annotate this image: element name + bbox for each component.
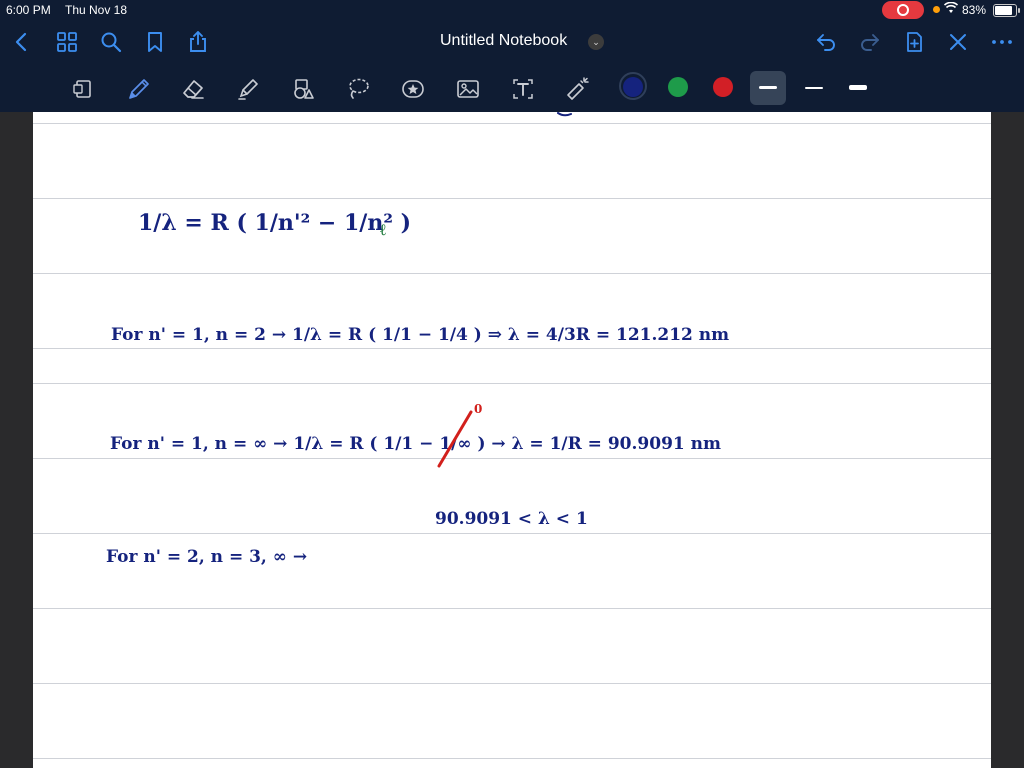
read-only-mode-icon[interactable] xyxy=(66,73,100,105)
bookmark-icon[interactable] xyxy=(143,30,167,54)
share-icon[interactable] xyxy=(186,30,210,54)
mic-indicator-icon xyxy=(933,6,940,13)
red-strike-mark xyxy=(437,410,473,468)
more-options-icon[interactable] xyxy=(990,30,1014,54)
wifi-icon xyxy=(943,1,959,17)
stroke-thin-button[interactable] xyxy=(750,71,786,105)
ruled-line xyxy=(33,383,991,384)
search-icon[interactable] xyxy=(99,30,123,54)
stroke-medium-button[interactable] xyxy=(796,71,832,105)
screen-recording-icon xyxy=(882,1,924,19)
ruled-line xyxy=(33,683,991,684)
ink-fragment xyxy=(557,112,572,117)
image-tool-icon[interactable] xyxy=(451,73,485,105)
line-balmer: For n' = 2, n = 3, ∞ → xyxy=(106,547,308,567)
line-lyman-limit: For n' = 1, n = ∞ → 1/λ = R ( 1/1 − 1/∞ … xyxy=(110,434,721,454)
eraser-tool-icon[interactable] xyxy=(176,73,210,105)
redo-icon[interactable] xyxy=(858,30,882,54)
elements-star-icon[interactable] xyxy=(396,73,430,105)
ruled-line xyxy=(33,348,991,349)
ruled-line xyxy=(33,533,991,534)
ruled-line xyxy=(33,758,991,759)
status-time: 6:00 PM xyxy=(6,3,51,17)
battery-icon xyxy=(993,4,1020,17)
laser-pointer-icon[interactable] xyxy=(561,73,595,105)
color-green-swatch[interactable] xyxy=(668,77,688,97)
green-pen-mark: ℓ xyxy=(380,220,386,239)
ruled-line xyxy=(33,608,991,609)
close-icon[interactable] xyxy=(946,30,970,54)
highlighter-tool-icon[interactable] xyxy=(231,73,265,105)
add-page-icon[interactable] xyxy=(902,30,926,54)
canvas-area[interactable]: 1/λ = R ( 1/n'² − 1/n² ) ℓ For n' = 1, n… xyxy=(0,112,1024,768)
status-bar: 6:00 PM Thu Nov 18 83% xyxy=(0,0,1024,20)
ruled-line xyxy=(33,198,991,199)
stroke-thick-button[interactable] xyxy=(840,71,876,105)
text-tool-icon[interactable] xyxy=(506,73,540,105)
color-red-swatch[interactable] xyxy=(713,77,733,97)
color-navy-swatch[interactable] xyxy=(623,77,643,97)
document-title[interactable]: Untitled Notebook xyxy=(440,32,567,50)
nav-bar: Untitled Notebook ⌄ xyxy=(0,20,1024,64)
grid-view-icon[interactable] xyxy=(55,30,79,54)
status-date: Thu Nov 18 xyxy=(65,3,128,17)
shapes-tool-icon[interactable] xyxy=(286,73,320,105)
wavelength-range: 90.9091 < λ < 1 xyxy=(435,509,588,529)
rydberg-formula: 1/λ = R ( 1/n'² − 1/n² ) xyxy=(138,210,412,236)
title-menu-chevron-icon[interactable]: ⌄ xyxy=(588,34,604,50)
lasso-tool-icon[interactable] xyxy=(341,73,375,105)
line-lyman-first: For n' = 1, n = 2 → 1/λ = R ( 1/1 − 1/4 … xyxy=(111,325,730,345)
ruled-line xyxy=(33,123,991,124)
pen-tool-icon[interactable] xyxy=(121,73,155,105)
ruled-line xyxy=(33,273,991,274)
notebook-page[interactable]: 1/λ = R ( 1/n'² − 1/n² ) ℓ For n' = 1, n… xyxy=(33,112,991,768)
undo-icon[interactable] xyxy=(814,30,838,54)
ruled-line xyxy=(33,458,991,459)
battery-percent: 83% xyxy=(962,3,987,17)
back-chevron-icon[interactable] xyxy=(10,30,34,54)
